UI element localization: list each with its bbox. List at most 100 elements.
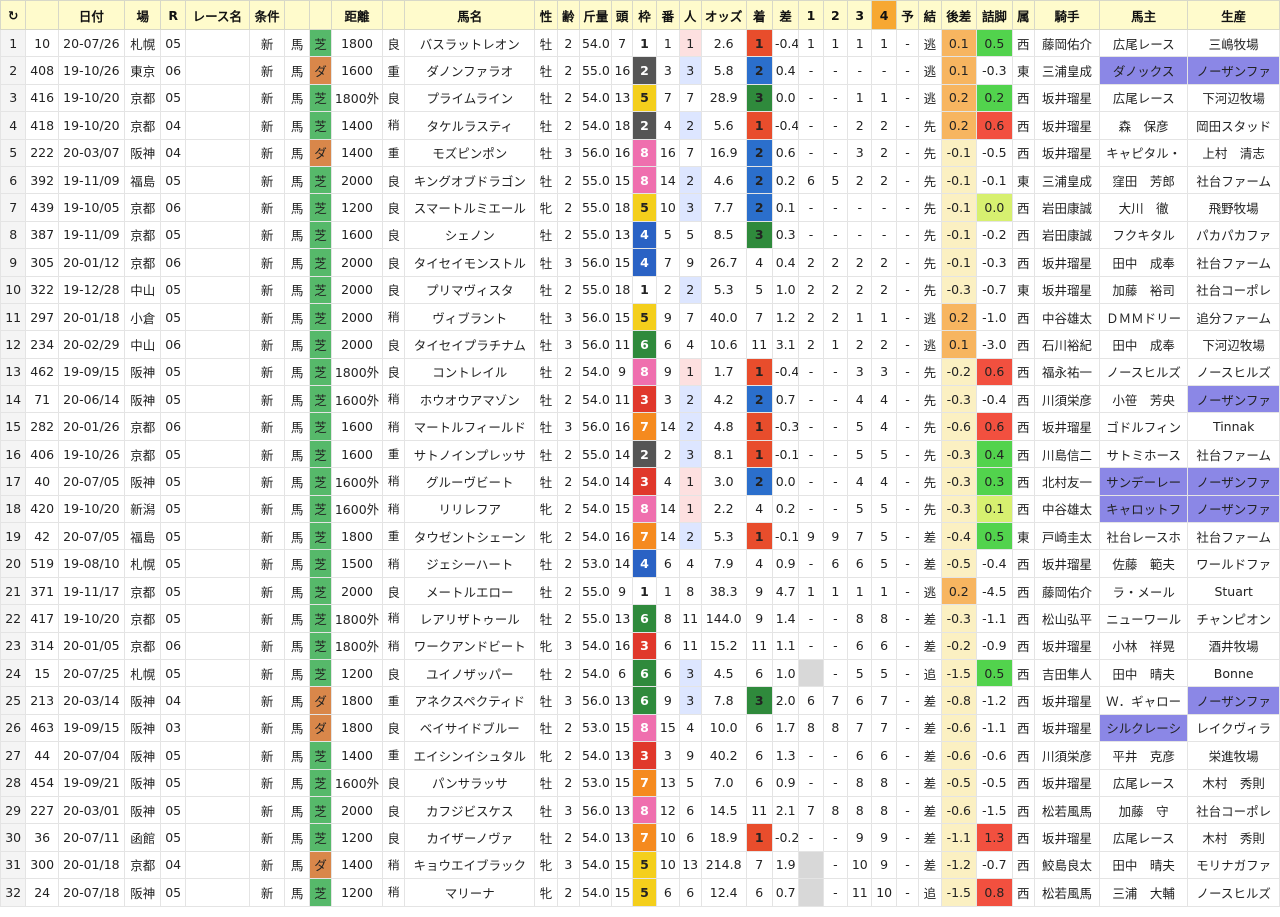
date-link[interactable]: 19-11/09 xyxy=(57,220,125,250)
col-age[interactable]: 齢 xyxy=(556,0,580,30)
date-link[interactable]: 19-11/09 xyxy=(57,165,125,195)
col-place[interactable]: 場 xyxy=(123,0,162,30)
col-late-diff[interactable]: 後差 xyxy=(940,0,978,30)
col-bracket[interactable]: 枠 xyxy=(631,0,658,30)
table-row[interactable]: 15 282 20-01/26 京都 06 新馬芝 1600 稍マートルフィールド牡 3 56.0… xyxy=(0,412,1280,441)
horse-name-link[interactable]: グルーヴビート xyxy=(404,467,536,496)
col-corner-1[interactable]: 1 xyxy=(798,0,824,30)
horse-name-link[interactable]: プリマヴィスタ xyxy=(404,275,536,304)
table-row[interactable]: 24 15 20-07/25 札幌 05 新馬芝 1200 良ユイノザッパー牡 2 54.0 6 6 6… xyxy=(0,658,1280,688)
table-row[interactable]: 28 454 19-09/21 阪神 05 新馬芝 1600外良パンサラッサ牡 2 53.0 15… xyxy=(0,768,1280,797)
horse-name-link[interactable]: ダノンファラオ xyxy=(404,56,536,85)
horse-name-link[interactable]: アネクスペクティド xyxy=(404,686,536,715)
col-corner-4[interactable]: 4 xyxy=(871,0,897,30)
date-link[interactable]: 20-01/26 xyxy=(57,412,125,441)
horse-name-link[interactable]: キョウエイブラック xyxy=(404,850,536,880)
col-post[interactable]: 番 xyxy=(656,0,680,30)
col-finish[interactable]: 着 xyxy=(745,0,773,30)
horse-name-link[interactable]: ベイサイドブルー xyxy=(404,713,536,743)
col-jockey[interactable]: 騎手 xyxy=(1033,0,1100,30)
horse-name-link[interactable]: コントレイル xyxy=(404,357,536,387)
date-link[interactable]: 19-10/20 xyxy=(57,83,125,113)
horse-name-link[interactable]: ホウオウアマゾン xyxy=(404,385,536,414)
horse-name-link[interactable]: バスラットレオン xyxy=(404,28,536,58)
date-link[interactable]: 19-09/21 xyxy=(57,768,125,797)
table-row[interactable]: 5 222 20-03/07 阪神 04 新馬ダ 1400 重モズピンポン牡 3 56.0 16 8 1… xyxy=(0,138,1280,167)
table-row[interactable]: 7 439 19-10/05 京都 06 新馬芝 1200 良スマートルミエール牝 2 55.0 1… xyxy=(0,193,1280,222)
col-odds[interactable]: オッズ xyxy=(700,0,747,30)
table-row[interactable]: 9 305 20-01/12 京都 06 新馬芝 2000 良タイセイモンストル牡 3 56.0 1… xyxy=(0,248,1280,277)
table-row[interactable]: 10 322 19-12/28 中山 05 新馬芝 2000 良プリマヴィスタ牡 2 55.0 18… xyxy=(0,275,1280,304)
horse-name-link[interactable]: ワークアンドビート xyxy=(404,631,536,660)
table-row[interactable]: 16 406 19-10/26 京都 05 新馬芝 1600 重サトノインプレッサ牡 2 55.0… xyxy=(0,439,1280,469)
date-link[interactable]: 20-03/07 xyxy=(57,138,125,167)
date-link[interactable]: 19-10/05 xyxy=(57,193,125,222)
table-row[interactable]: 3 416 19-10/20 京都 05 新馬芝 1800外良プライムライン牡 2 54.0 13… xyxy=(0,83,1280,113)
horse-name-link[interactable]: マートルフィールド xyxy=(404,412,536,441)
horse-name-link[interactable]: リリレフア xyxy=(404,494,536,524)
col-corner-3[interactable]: 3 xyxy=(847,0,873,30)
table-row[interactable]: 22 417 19-10/20 京都 05 新馬芝 1800外稍レアリザトゥール牡 2 55.0… xyxy=(0,604,1280,633)
date-link[interactable]: 20-02/29 xyxy=(57,330,125,359)
horse-name-link[interactable]: パンサラッサ xyxy=(404,768,536,797)
date-link[interactable]: 20-01/18 xyxy=(57,850,125,880)
horse-name-link[interactable]: マリーナ xyxy=(404,878,536,907)
date-link[interactable]: 19-10/20 xyxy=(57,111,125,140)
table-row[interactable]: 29 227 20-03/01 阪神 05 新馬芝 2000 良カフジビスケス牡 3 56.0 13… xyxy=(0,795,1280,825)
date-link[interactable]: 20-07/05 xyxy=(57,522,125,551)
date-link[interactable]: 20-07/11 xyxy=(57,823,125,852)
col-sex[interactable]: 性 xyxy=(534,0,558,30)
date-link[interactable]: 19-09/15 xyxy=(57,713,125,743)
table-row[interactable]: 4 418 19-10/20 京都 04 新馬芝 1400 稍タケルラスティ牡 2 54.0 18 2… xyxy=(0,111,1280,140)
horse-name-link[interactable]: カフジビスケス xyxy=(404,795,536,825)
table-row[interactable]: 8 387 19-11/09 京都 05 新馬芝 1600 良シェノン牡 2 55.0 13 4 5 5 8… xyxy=(0,220,1280,250)
table-row[interactable]: 30 36 20-07/11 函館 05 新馬芝 1200 良カイザーノヴァ牡 2 54.0 13 7… xyxy=(0,823,1280,852)
col-race-number[interactable]: R xyxy=(160,0,186,30)
table-row[interactable]: 13 462 19-09/15 阪神 05 新馬芝 1800外良コントレイル牡 2 54.0 9 8… xyxy=(0,357,1280,387)
date-link[interactable]: 20-07/26 xyxy=(57,28,125,58)
col-corner-2[interactable]: 2 xyxy=(822,0,849,30)
col-distance[interactable]: 距離 xyxy=(331,0,383,30)
date-link[interactable]: 20-07/05 xyxy=(57,467,125,496)
date-link[interactable]: 20-03/01 xyxy=(57,795,125,825)
horse-name-link[interactable]: キングオブドラゴン xyxy=(404,165,536,195)
col-closing-speed[interactable]: 詰脚 xyxy=(976,0,1013,30)
col-affiliation[interactable]: 属 xyxy=(1011,0,1035,30)
date-link[interactable]: 20-01/12 xyxy=(57,248,125,277)
horse-name-link[interactable]: タウゼントシェーン xyxy=(404,522,536,551)
horse-name-link[interactable]: タケルラスティ xyxy=(404,111,536,140)
table-row[interactable]: 14 71 20-06/14 阪神 05 新馬芝 1600外稍ホウオウアマゾン牡 2 54.0 1… xyxy=(0,385,1280,414)
date-link[interactable]: 19-10/20 xyxy=(57,494,125,524)
horse-name-link[interactable]: ユイノザッパー xyxy=(404,658,536,688)
horse-name-link[interactable]: プライムライン xyxy=(404,83,536,113)
table-row[interactable]: 17 40 20-07/05 阪神 05 新馬芝 1600外稍グルーヴビート牡 2 54.0 14… xyxy=(0,467,1280,496)
horse-name-link[interactable]: カイザーノヴァ xyxy=(404,823,536,852)
table-row[interactable]: 2 408 19-10/26 東京 06 新馬ダ 1600 重ダノンファラオ牡 2 55.0 16 2… xyxy=(0,56,1280,85)
date-link[interactable]: 20-07/25 xyxy=(57,658,125,688)
date-link[interactable]: 19-10/26 xyxy=(57,56,125,85)
horse-name-link[interactable]: タイセイモンストル xyxy=(404,248,536,277)
horse-name-link[interactable]: メートルエロー xyxy=(404,576,536,606)
table-row[interactable]: 18 420 19-10/20 新潟 05 新馬芝 1600外稍リリレフア牝 2 54.0 15 8… xyxy=(0,494,1280,524)
horse-name-link[interactable]: サトノインプレッサ xyxy=(404,439,536,469)
table-row[interactable]: 11 297 20-01/18 小倉 05 新馬芝 2000 稍ヴィブラント牡 3 56.0 15 5… xyxy=(0,302,1280,332)
table-row[interactable]: 6 392 19-11/09 福島 05 新馬芝 2000 良キングオブドラゴン牡 2 55.0 1… xyxy=(0,165,1280,195)
date-link[interactable]: 20-03/14 xyxy=(57,686,125,715)
col-weight[interactable]: 斤量 xyxy=(578,0,613,30)
table-row[interactable]: 27 44 20-07/04 阪神 05 新馬芝 1400 重エイシンイシュタル牝 2 54.0 1… xyxy=(0,741,1280,770)
date-link[interactable]: 20-06/14 xyxy=(57,385,125,414)
table-row[interactable]: 12 234 20-02/29 中山 06 新馬芝 2000 良タイセイプラチナム牡 3 56.0… xyxy=(0,330,1280,359)
col-margin[interactable]: 差 xyxy=(771,0,800,30)
date-link[interactable]: 20-01/18 xyxy=(57,302,125,332)
table-row[interactable]: 31 300 20-01/18 京都 04 新馬ダ 1400 稍キョウエイブラック牝 3 54.0… xyxy=(0,850,1280,880)
date-link[interactable]: 19-11/17 xyxy=(57,576,125,606)
date-link[interactable]: 20-07/04 xyxy=(57,741,125,770)
col-field-size[interactable]: 頭 xyxy=(611,0,633,30)
col-race-name[interactable]: レース名 xyxy=(184,0,250,30)
date-link[interactable]: 19-10/26 xyxy=(57,439,125,469)
horse-name-link[interactable]: タイセイプラチナム xyxy=(404,330,536,359)
horse-name-link[interactable]: スマートルミエール xyxy=(404,193,536,222)
col-breeder[interactable]: 生産 xyxy=(1187,0,1280,30)
date-link[interactable]: 19-09/15 xyxy=(57,357,125,387)
col-owner[interactable]: 馬主 xyxy=(1098,0,1189,30)
